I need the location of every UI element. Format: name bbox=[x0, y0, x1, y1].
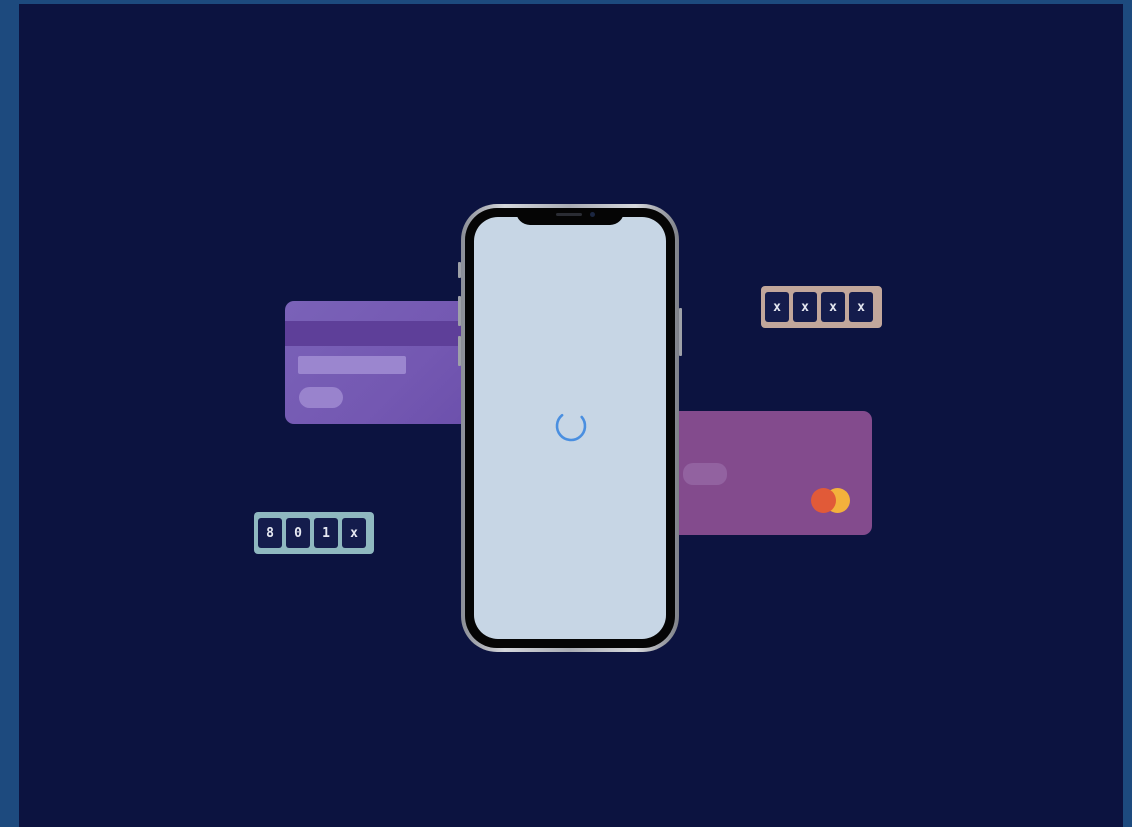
card-chip bbox=[683, 463, 727, 485]
pin-digit: x bbox=[342, 518, 366, 548]
phone-bezel bbox=[465, 208, 675, 648]
volume-up-button bbox=[458, 296, 461, 326]
mastercard-logo-icon bbox=[811, 488, 853, 516]
signature-strip bbox=[298, 356, 406, 374]
pin-digit: 1 bbox=[314, 518, 338, 548]
mute-switch bbox=[458, 262, 461, 278]
card-front-side bbox=[659, 411, 872, 535]
front-camera-icon bbox=[590, 212, 595, 217]
pin-digit: x bbox=[793, 292, 817, 322]
illustration-canvas: x x x x 8 0 1 x bbox=[19, 4, 1123, 827]
loading-spinner-icon bbox=[555, 410, 587, 442]
pin-code-masked: x x x x bbox=[761, 286, 882, 328]
pin-digit: 0 bbox=[286, 518, 310, 548]
phone-screen bbox=[474, 217, 666, 639]
earpiece-speaker bbox=[556, 213, 582, 216]
card-back-side bbox=[285, 301, 485, 424]
power-button bbox=[679, 308, 682, 356]
volume-down-button bbox=[458, 336, 461, 366]
pin-digit: x bbox=[821, 292, 845, 322]
card-cvv-pill bbox=[299, 387, 343, 408]
magnetic-stripe bbox=[285, 321, 485, 346]
pin-digit: x bbox=[849, 292, 873, 322]
pin-code-entry: 8 0 1 x bbox=[254, 512, 374, 554]
smartphone bbox=[458, 204, 682, 652]
pin-digit: x bbox=[765, 292, 789, 322]
phone-notch bbox=[516, 208, 624, 225]
pin-digit: 8 bbox=[258, 518, 282, 548]
